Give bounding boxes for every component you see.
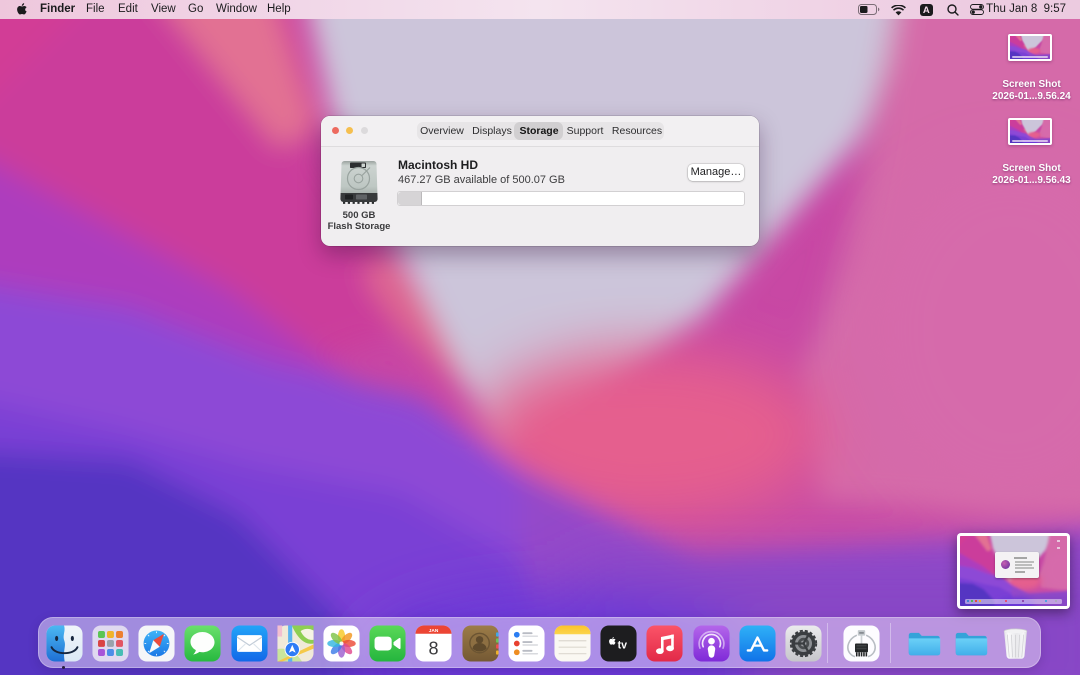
svg-text:tv: tv [618, 639, 628, 651]
svg-text:8: 8 [429, 638, 439, 658]
svg-text:JAN: JAN [429, 627, 439, 633]
